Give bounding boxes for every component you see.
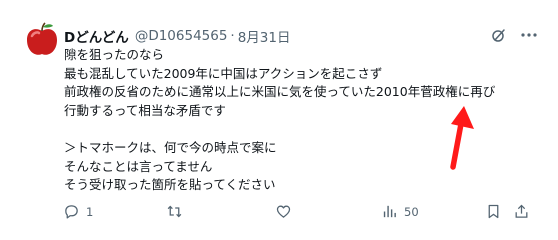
views-count: 50 bbox=[404, 204, 419, 219]
like-icon bbox=[276, 205, 291, 218]
display-name[interactable]: Dどんどん bbox=[64, 26, 129, 46]
share-icon bbox=[515, 204, 528, 218]
tweet-text-line: そう受け取った箇所を貼ってください bbox=[64, 177, 276, 193]
like-button[interactable] bbox=[275, 203, 298, 220]
bookmark-icon bbox=[488, 204, 499, 219]
reply-count: 1 bbox=[86, 204, 94, 219]
post-date[interactable]: 8月31日 bbox=[238, 26, 291, 46]
reply-icon bbox=[65, 205, 78, 219]
tweet-text-line: 前政権の反省のために通常以上に米国に気を使っていた2010年菅政権に再び bbox=[64, 84, 496, 100]
tweet-text-line: 最も混乱していた2009年に中国はアクションを起こさず bbox=[64, 65, 383, 81]
bookmark-button[interactable] bbox=[485, 203, 502, 220]
separator-dot: · bbox=[230, 28, 235, 44]
tweet: Dどんどん @D10654565 · 8月31日 隙を狙ったのなら 最も混乱して… bbox=[0, 0, 558, 240]
share-button[interactable] bbox=[513, 203, 530, 220]
views-icon bbox=[383, 205, 396, 218]
grok-icon[interactable] bbox=[491, 27, 507, 43]
red-annotation-arrow bbox=[450, 106, 474, 170]
user-handle[interactable]: @D10654565 bbox=[135, 28, 228, 44]
tweet-text-line: 隙を狙ったのなら bbox=[64, 47, 165, 62]
retweet-button[interactable] bbox=[166, 203, 189, 220]
avatar[interactable] bbox=[22, 20, 62, 60]
more-icon[interactable] bbox=[520, 27, 538, 43]
views-button[interactable]: 50 bbox=[381, 203, 419, 220]
action-bar: 1 50 bbox=[0, 203, 558, 225]
tweet-header: Dどんどん @D10654565 · 8月31日 bbox=[64, 26, 291, 46]
retweet-icon bbox=[167, 205, 182, 218]
reply-button[interactable]: 1 bbox=[63, 203, 93, 220]
